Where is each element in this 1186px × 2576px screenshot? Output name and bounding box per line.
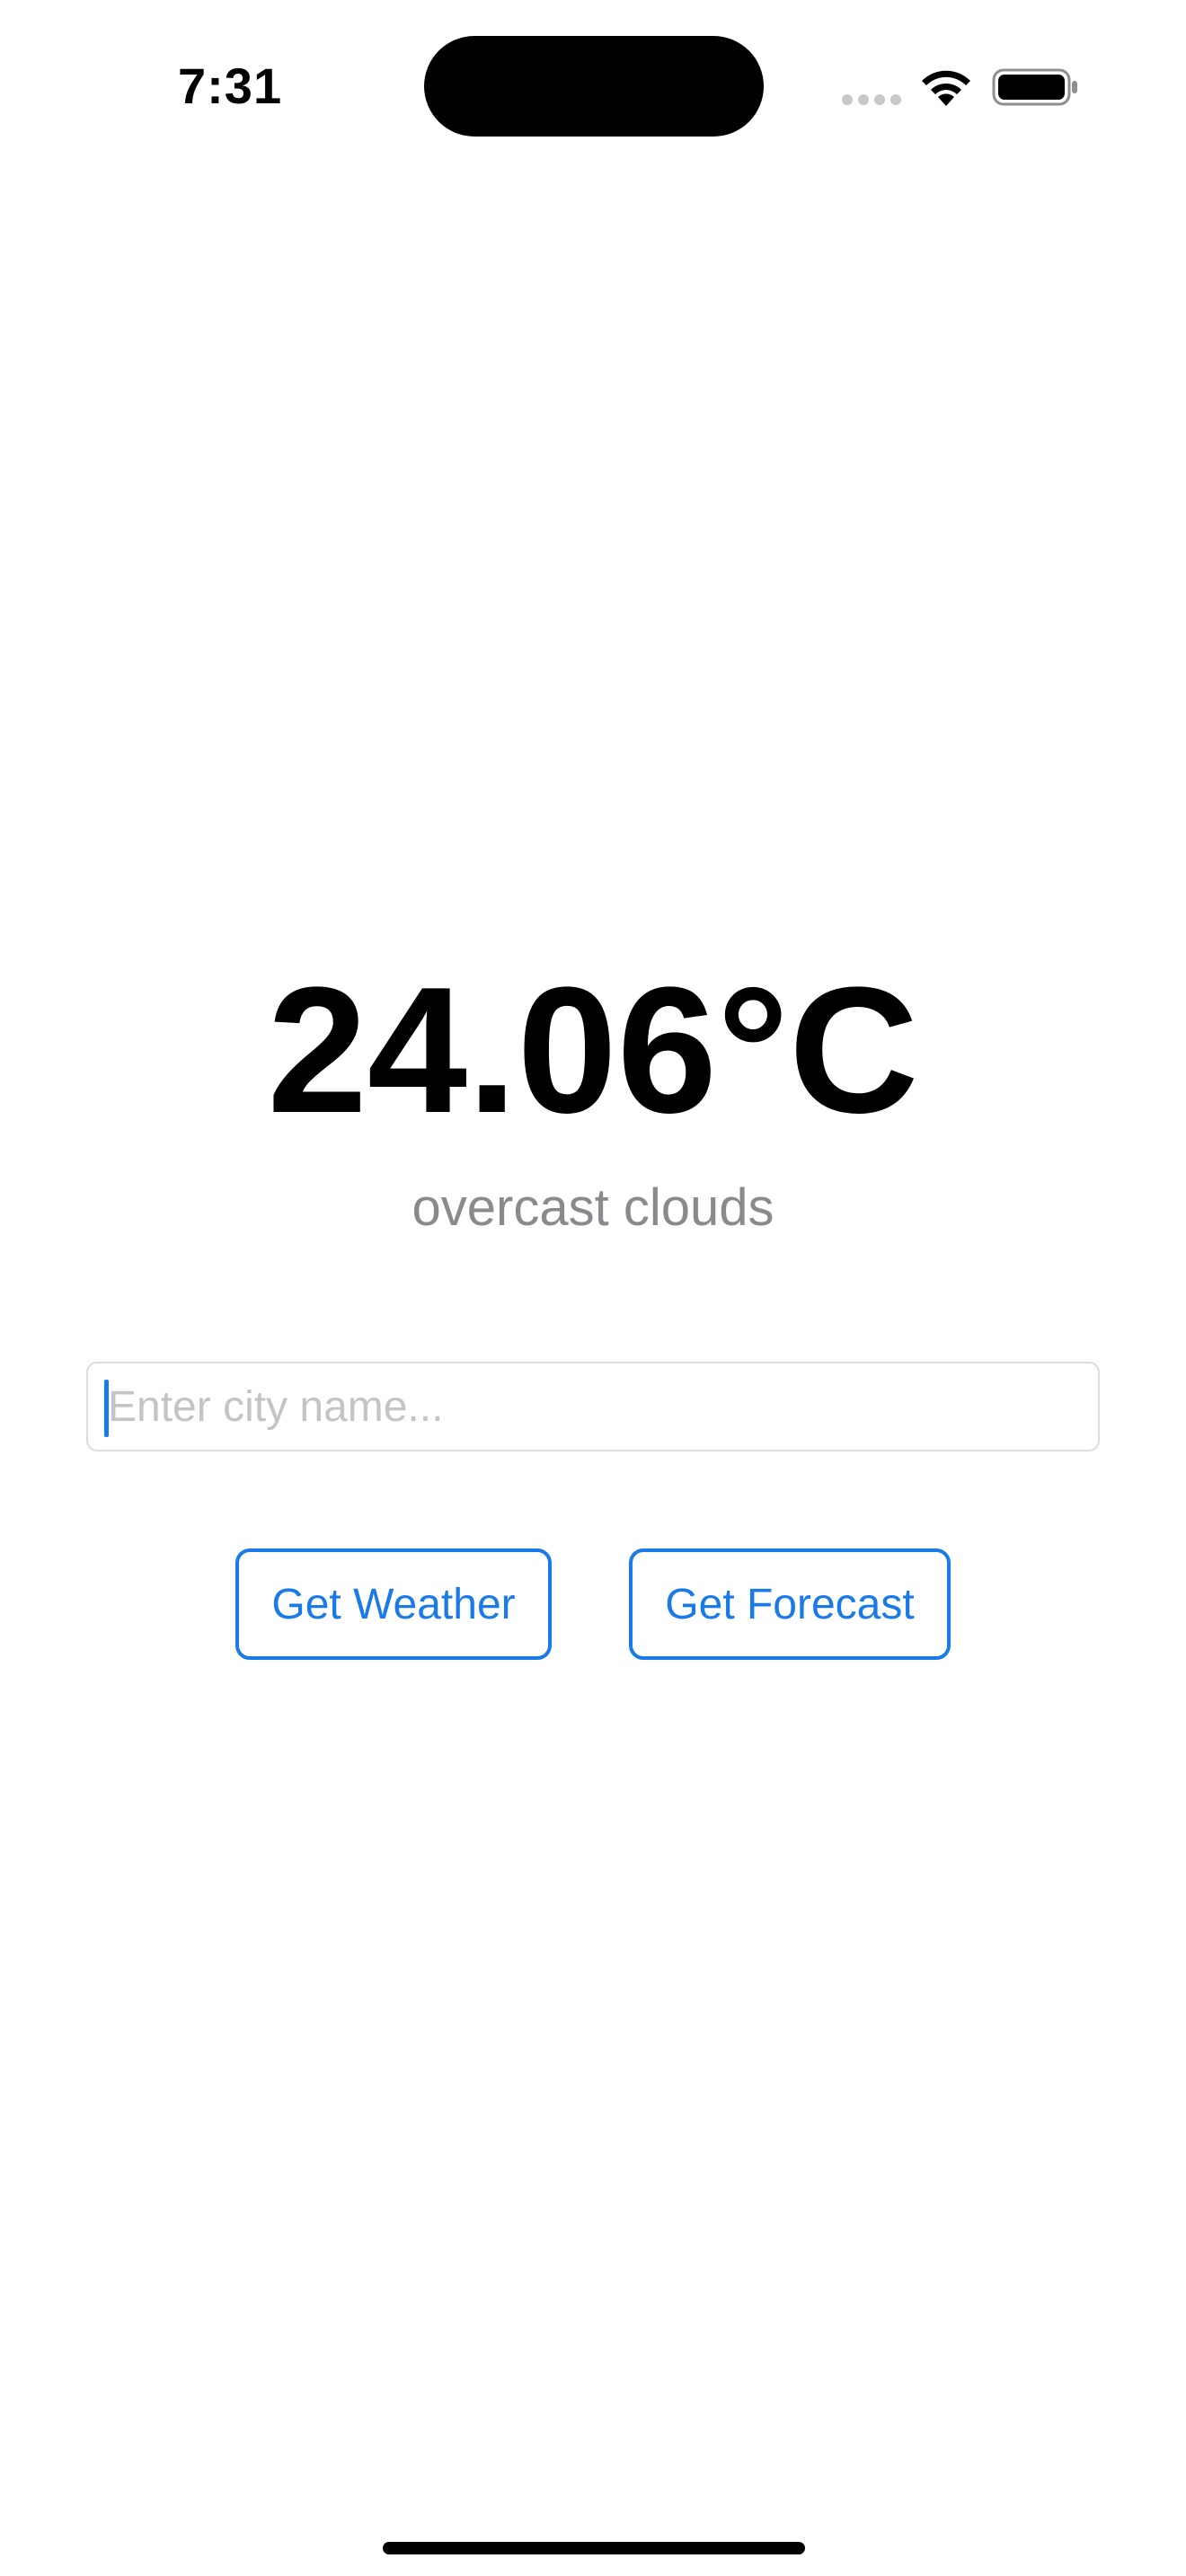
status-time: 7:31 bbox=[178, 57, 283, 114]
temperature-display: 24.06°C bbox=[267, 950, 919, 1151]
city-input-container bbox=[86, 1362, 1100, 1451]
city-input[interactable] bbox=[88, 1363, 1098, 1450]
home-indicator[interactable] bbox=[383, 2542, 805, 2554]
dynamic-island bbox=[424, 36, 764, 137]
get-weather-button[interactable]: Get Weather bbox=[235, 1548, 552, 1660]
battery-icon bbox=[992, 68, 1077, 106]
weather-description: overcast clouds bbox=[412, 1178, 774, 1237]
get-forecast-button[interactable]: Get Forecast bbox=[629, 1548, 951, 1660]
cellular-signal-icon bbox=[842, 94, 901, 105]
text-caret bbox=[104, 1380, 109, 1437]
wifi-icon bbox=[922, 70, 970, 106]
